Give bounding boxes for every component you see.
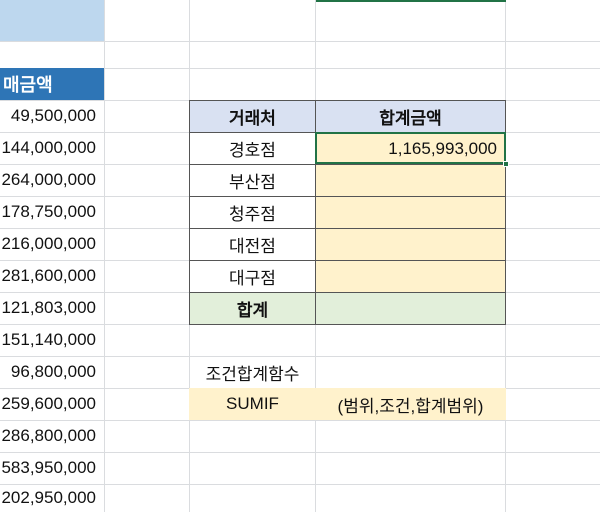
client-cell[interactable]: 청주점 xyxy=(189,196,316,229)
client-cell[interactable]: 경호점 xyxy=(189,132,316,165)
conditional-sum-label[interactable]: 조건합계함수 xyxy=(189,356,316,388)
grid-line xyxy=(0,41,600,42)
client-cell[interactable]: 대구점 xyxy=(189,260,316,293)
fill-handle[interactable] xyxy=(503,161,509,167)
sales-amount-cell[interactable]: 259,600,000 xyxy=(0,388,104,420)
total-value-cell[interactable] xyxy=(315,292,506,325)
amount-cell[interactable] xyxy=(315,260,506,293)
sales-amount-cell[interactable]: 151,140,000 xyxy=(0,324,104,356)
sales-amount-cell[interactable]: 202,950,000 xyxy=(0,484,104,512)
sales-amount-cell[interactable]: 216,000,000 xyxy=(0,228,104,260)
grid-line xyxy=(104,0,105,512)
total-label-cell[interactable]: 합계 xyxy=(189,292,316,325)
client-header[interactable]: 거래처 xyxy=(189,100,316,133)
sales-amount-cell[interactable]: 178,750,000 xyxy=(0,196,104,228)
sales-amount-cell[interactable]: 281,600,000 xyxy=(0,260,104,292)
filled-cell[interactable] xyxy=(0,0,104,41)
sales-amount-cell[interactable]: 264,000,000 xyxy=(0,164,104,196)
sales-amount-cell[interactable]: 144,000,000 xyxy=(0,132,104,164)
sales-amount-header[interactable]: 매금액 xyxy=(0,68,104,100)
client-cell[interactable]: 대전점 xyxy=(189,228,316,261)
total-amount-header[interactable]: 합계금액 xyxy=(315,100,506,133)
amount-cell[interactable] xyxy=(315,196,506,229)
amount-cell[interactable]: 1,165,993,000 xyxy=(315,132,506,165)
sumif-function-cell[interactable]: SUMIF xyxy=(189,388,316,420)
client-cell[interactable]: 부산점 xyxy=(189,164,316,197)
sumif-syntax-cell[interactable]: (범위,조건,합계범위) xyxy=(315,388,506,420)
column-selection-indicator xyxy=(316,0,506,2)
amount-cell[interactable] xyxy=(315,228,506,261)
sales-amount-cell[interactable]: 583,950,000 xyxy=(0,452,104,484)
sales-amount-cell[interactable]: 49,500,000 xyxy=(0,100,104,132)
sales-amount-cell[interactable]: 121,803,000 xyxy=(0,292,104,324)
sales-amount-cell[interactable]: 96,800,000 xyxy=(0,356,104,388)
sales-amount-cell[interactable]: 286,800,000 xyxy=(0,420,104,452)
amount-cell[interactable] xyxy=(315,164,506,197)
